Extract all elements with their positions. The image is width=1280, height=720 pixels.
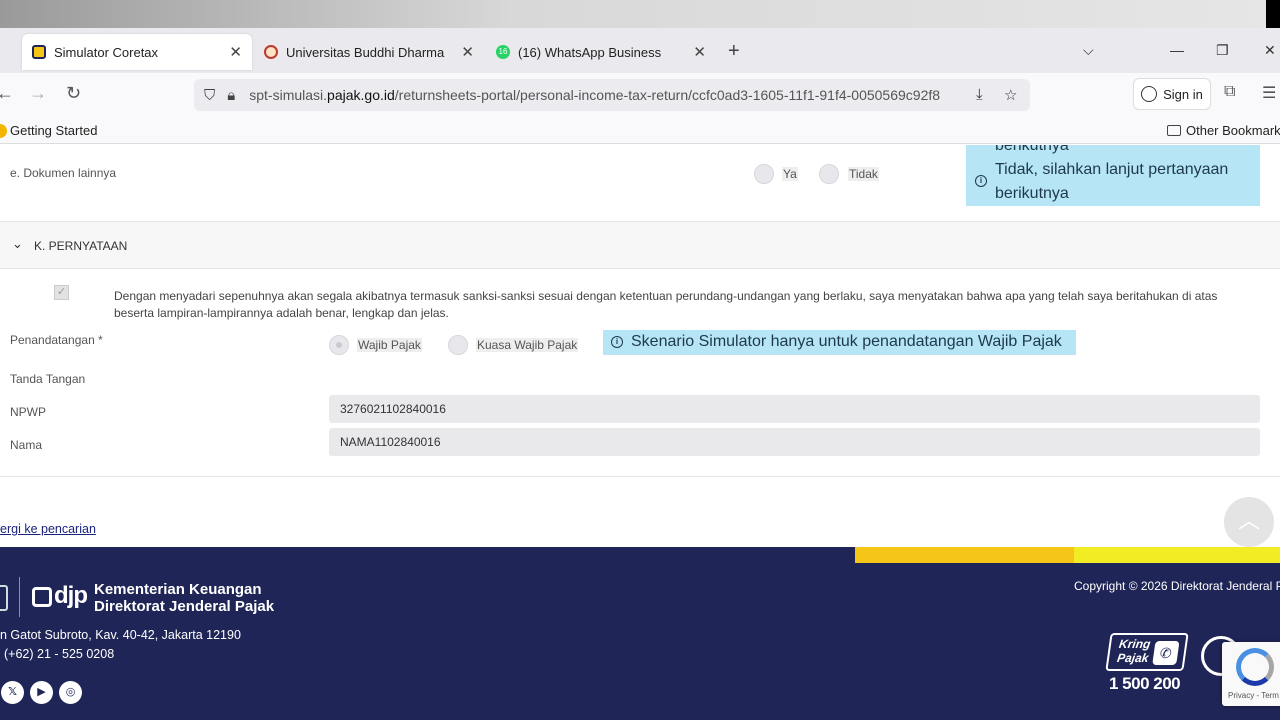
nama-label: Nama (10, 438, 43, 452)
dokumen-label: e. Dokumen lainnya (10, 166, 117, 180)
bookmark-other[interactable]: Other Bookmarks (1167, 123, 1280, 138)
org-line2: Direktorat Jenderal Pajak (94, 598, 275, 615)
djp-brand: djp (54, 582, 88, 609)
kring-pajak-logo: Kring Pajak ✆ (1105, 633, 1189, 671)
bookmarks-bar: Getting Started Other Bookmarks (0, 117, 1280, 144)
bookmark-label: Getting Started (10, 123, 98, 138)
chevron-up-icon: ︿ (1237, 508, 1260, 533)
page-content: e. Dokumen lainnya Ya Tidak berikutnya i… (0, 145, 1280, 547)
tab-label: Universitas Buddhi Dharma (286, 44, 445, 60)
declaration-line: beserta lampiran-lampirannya adalah bena… (114, 306, 449, 320)
section-title: K. PERNYATAAN (34, 239, 128, 253)
kring-text: Kring (1118, 637, 1152, 651)
forward-icon[interactable]: → (29, 83, 47, 104)
divider (0, 476, 1280, 477)
radio-tidak[interactable] (819, 164, 839, 184)
back-to-search-link[interactable]: ergi ke pencarian (0, 522, 96, 536)
firefox-icon (0, 123, 7, 138)
ministry-emblem-icon (0, 585, 8, 611)
star-icon[interactable]: ☆ (1004, 86, 1017, 104)
reload-icon[interactable]: ↻ (66, 83, 81, 104)
address-bar[interactable]: ⛉ 🔒︎ spt-simulasi.pajak.go.id/returnshee… (194, 79, 1030, 111)
sign-in-button[interactable]: Sign in (1133, 78, 1211, 110)
new-tab-icon[interactable]: + (728, 40, 740, 63)
tanda-tangan-label: Tanda Tangan (10, 372, 86, 386)
restore-icon[interactable]: ❐ (1216, 42, 1229, 59)
bookmark-getting-started[interactable]: Getting Started (0, 123, 97, 138)
radio-ya[interactable] (754, 164, 774, 184)
declaration-text: Dengan menyadari sepenuhnya akan segala … (114, 288, 1234, 322)
window-top-strip (0, 0, 1280, 28)
footer-stripe (1074, 547, 1280, 563)
scroll-to-top-button[interactable]: ︿ (1224, 497, 1274, 547)
signer-info-text: Skenario Simulator hanya untuk penandata… (631, 333, 1062, 350)
x-icon[interactable]: 𝕏 (1, 681, 24, 704)
info-icon: i (611, 336, 623, 348)
close-icon[interactable]: ✕ (229, 43, 242, 61)
shield-icon[interactable]: ⛉ (204, 87, 215, 104)
npwp-label: NPWP (10, 405, 46, 419)
url-text: spt-simulasi.pajak.go.id/returnsheets-po… (249, 87, 941, 103)
radio-wajib-pajak[interactable] (329, 335, 349, 355)
chevron-down-icon[interactable]: ⌄ (12, 236, 23, 252)
npwp-field[interactable]: 3276021102840016 (329, 395, 1260, 423)
extensions-icon[interactable]: ⧉ (1224, 83, 1235, 101)
recaptcha-icon (1236, 648, 1274, 686)
navigation-bar: ← → ↻ ⛉ 🔒︎ spt-simulasi.pajak.go.id/retu… (0, 73, 1280, 117)
download-icon[interactable]: ⤓ (976, 86, 983, 103)
coretax-favicon-icon (32, 45, 46, 59)
sign-in-label: Sign in (1163, 86, 1203, 102)
tab-whatsapp-business[interactable]: 16 (16) WhatsApp Business ✕ (486, 34, 716, 70)
djp-logo-icon (32, 587, 52, 607)
bookmark-label: Other Bookmarks (1186, 123, 1280, 138)
tab-list-chevron-icon[interactable]: ⌵ (1083, 42, 1094, 59)
radio-ya-label: Ya (782, 167, 798, 181)
radio-kuasa-label: Kuasa Wajib Pajak (476, 338, 579, 352)
lock-icon[interactable]: 🔒︎ (227, 87, 235, 104)
phone-icon: ✆ (1152, 641, 1180, 665)
section-header-pernyataan[interactable]: ⌄ K. PERNYATAAN (0, 222, 1280, 269)
kring-text: Pajak (1116, 651, 1150, 665)
recaptcha-text[interactable]: Privacy - Term (1228, 691, 1279, 700)
whatsapp-badge-icon: 16 (496, 45, 510, 59)
radio-wajib-pajak-label: Wajib Pajak (357, 338, 422, 352)
nama-field[interactable]: NAMA1102840016 (329, 428, 1260, 456)
close-icon[interactable]: ✕ (461, 43, 474, 61)
org-line1: Kementerian Keuangan (94, 581, 262, 598)
info-text-cut: berikutnya (995, 145, 1069, 154)
minimize-icon[interactable]: — (1170, 42, 1184, 58)
penandatangan-label: Penandatangan * (10, 333, 103, 347)
radio-kuasa-wajib-pajak[interactable] (448, 335, 468, 355)
info-text-line2: berikutnya (995, 185, 1069, 202)
tab-label: Simulator Coretax (54, 44, 159, 60)
kring-number: 1 500 200 (1109, 674, 1181, 693)
info-icon: i (975, 175, 987, 187)
logo-divider (19, 577, 20, 617)
close-window-icon[interactable]: ✕ (1264, 42, 1276, 59)
back-icon[interactable]: ← (0, 83, 14, 104)
tab-bar: Simulator Coretax ✕ Universitas Buddhi D… (0, 28, 1280, 73)
info-message: berikutnya i Tidak, silahkan lanjut pert… (966, 145, 1260, 206)
copyright-text: Copyright © 2026 Direktorat Jenderal Paj (1074, 579, 1280, 593)
radio-tidak-label: Tidak (848, 167, 879, 181)
declaration-checkbox[interactable]: ✓ (54, 285, 69, 300)
tab-label: (16) WhatsApp Business (518, 44, 662, 60)
dokumen-lainnya-row: e. Dokumen lainnya Ya Tidak berikutnya i… (0, 145, 1280, 222)
info-text-line1: Tidak, silahkan lanjut pertanyaan (995, 161, 1229, 178)
account-icon (1141, 86, 1158, 102)
footer-stripe (855, 547, 1074, 563)
footer-phone: (+62) 21 - 525 0208 (4, 647, 115, 661)
signer-info-message: i Skenario Simulator hanya untuk penanda… (603, 330, 1076, 355)
folder-icon (1167, 125, 1181, 136)
close-icon[interactable]: ✕ (693, 43, 706, 61)
youtube-icon[interactable]: ▶ (30, 681, 53, 704)
menu-icon[interactable]: ☰ (1262, 83, 1276, 103)
tab-universitas-buddhi-dharma[interactable]: Universitas Buddhi Dharma ✕ (254, 34, 484, 70)
tab-simulator-coretax[interactable]: Simulator Coretax ✕ (22, 34, 252, 70)
declaration-line: Dengan menyadari sepenuhnya akan segala … (114, 289, 1218, 303)
university-favicon-icon (264, 45, 278, 59)
recaptcha-badge[interactable]: Privacy - Term (1222, 642, 1280, 706)
footer-address: n Gatot Subroto, Kav. 40-42, Jakarta 121… (0, 628, 241, 642)
instagram-icon[interactable]: ◎ (59, 681, 82, 704)
